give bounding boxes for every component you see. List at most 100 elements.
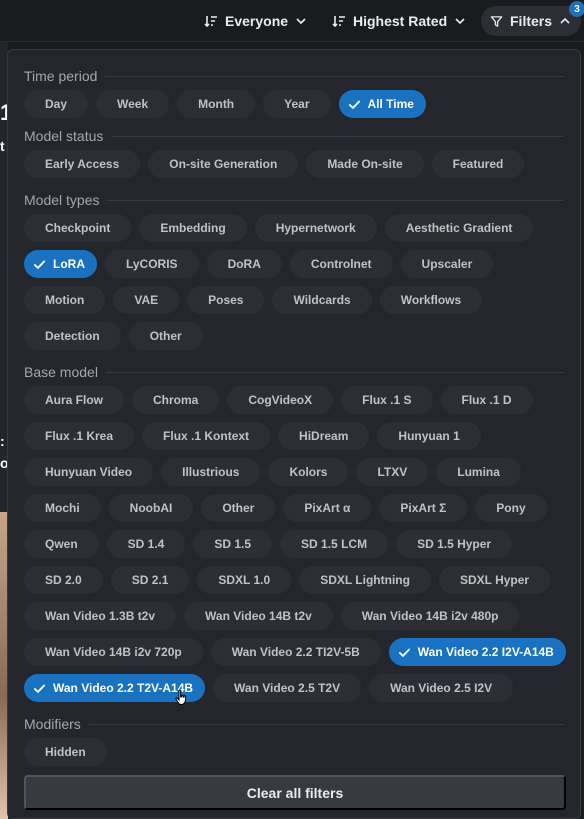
filter-chip-dora[interactable]: DoRA: [206, 250, 282, 278]
chip-label: Mochi: [45, 501, 80, 515]
chip-label: Wildcards: [293, 293, 351, 307]
filter-chip-hypernetwork[interactable]: Hypernetwork: [254, 214, 377, 242]
filter-chip-sdxl-hyper[interactable]: SDXL Hyper: [438, 566, 551, 594]
filter-chip-sd-2-0[interactable]: SD 2.0: [24, 566, 103, 594]
filter-chip-other[interactable]: Other: [201, 494, 276, 522]
section-title: Time period: [24, 68, 98, 84]
filter-chip-flux-1-kontext[interactable]: Flux .1 Kontext: [142, 422, 271, 450]
chip-label: SD 1.5: [214, 537, 252, 551]
filter-chip-wan-video-2-5-t2v[interactable]: Wan Video 2.5 T2V: [213, 674, 362, 702]
everyone-filter-button[interactable]: Everyone: [196, 6, 315, 36]
chevron-up-icon: [560, 17, 570, 24]
divider: [105, 75, 564, 77]
top-bar: Everyone Highest Rated Filters 3: [0, 0, 584, 42]
filter-chip-sdxl-lightning[interactable]: SDXL Lightning: [299, 566, 431, 594]
filter-chip-wildcards[interactable]: Wildcards: [272, 286, 372, 314]
clear-all-filters-button[interactable]: Clear all filters: [24, 775, 566, 810]
filter-chip-pixart[interactable]: PixArt Σ: [379, 494, 468, 522]
filter-chip-early-access[interactable]: Early Access: [24, 150, 141, 178]
filter-chip-lycoris[interactable]: LyCORIS: [105, 250, 199, 278]
filter-chip-lumina[interactable]: Lumina: [436, 458, 521, 486]
filter-chip-flux-1-s[interactable]: Flux .1 S: [341, 386, 433, 414]
filter-chip-wan-video-14b-t2v[interactable]: Wan Video 14B t2v: [184, 602, 333, 630]
filter-chip-vae[interactable]: VAE: [113, 286, 180, 314]
filters-button[interactable]: Filters 3: [481, 1, 584, 36]
check-icon: [33, 684, 46, 693]
filter-chip-sd-1-5-lcm[interactable]: SD 1.5 LCM: [280, 530, 389, 558]
filter-chip-wan-video-2-2-ti2v-5b[interactable]: Wan Video 2.2 TI2V-5B: [210, 638, 381, 666]
filter-chip-sd-1-5-hyper[interactable]: SD 1.5 Hyper: [396, 530, 513, 558]
chip-label: Flux .1 S: [362, 393, 412, 407]
chip-label: Chroma: [153, 393, 199, 407]
background-text: t: [0, 138, 5, 154]
chip-row: Day Week Month Year All Time: [24, 90, 426, 118]
filter-chip-hunyuan-video[interactable]: Hunyuan Video: [24, 458, 154, 486]
filter-chip-wan-video-14b-i2v-480p[interactable]: Wan Video 14B i2v 480p: [340, 602, 520, 630]
filter-chip-aesthetic-gradient[interactable]: Aesthetic Gradient: [384, 214, 534, 242]
filter-chip-year[interactable]: Year: [263, 90, 331, 118]
chip-row: Hunyuan Video Illustrious Kolors LTXV Lumina: [24, 458, 521, 486]
filter-chip-sd-2-1[interactable]: SD 2.1: [110, 566, 190, 594]
filter-chip-wan-video-2-5-i2v[interactable]: Wan Video 2.5 I2V: [369, 674, 514, 702]
filter-chip-checkpoint[interactable]: Checkpoint: [24, 214, 132, 242]
filter-chip-made-on-site[interactable]: Made On-site: [306, 150, 424, 178]
filter-chip-flux-1-d[interactable]: Flux .1 D: [440, 386, 533, 414]
filter-chip-sdxl-1-0[interactable]: SDXL 1.0: [197, 566, 292, 594]
filter-chip-week[interactable]: Week: [96, 90, 170, 118]
filter-chip-upscaler[interactable]: Upscaler: [400, 250, 494, 278]
filter-chip-pixart[interactable]: PixArt α: [283, 494, 372, 522]
filter-chip-wan-video-1-3b-t2v[interactable]: Wan Video 1.3B t2v: [24, 602, 177, 630]
sort-icon: [332, 16, 345, 28]
filter-chip-pony[interactable]: Pony: [475, 494, 547, 522]
filter-chip-hidream[interactable]: HiDream: [278, 422, 370, 450]
filter-chip-aura-flow[interactable]: Aura Flow: [24, 386, 125, 414]
filter-chip-illustrious[interactable]: Illustrious: [161, 458, 261, 486]
chip-row: LoRA LyCORIS DoRA Controlnet Upscaler: [24, 250, 494, 278]
chip-label: On-site Generation: [169, 157, 278, 171]
filter-chip-hunyuan-1[interactable]: Hunyuan 1: [377, 422, 481, 450]
chip-row: Hidden: [24, 738, 107, 766]
filter-chip-qwen[interactable]: Qwen: [24, 530, 99, 558]
sort-button[interactable]: Highest Rated: [324, 6, 474, 36]
filter-chip-motion[interactable]: Motion: [24, 286, 106, 314]
filter-chip-all-time[interactable]: All Time: [338, 90, 426, 118]
section-header-modifiers: Modifiers: [24, 716, 564, 732]
filter-chip-wan-video-2-2-i2v-a14b[interactable]: Wan Video 2.2 I2V-A14B: [388, 638, 566, 666]
background-text: :: [0, 433, 5, 449]
filter-chip-month[interactable]: Month: [177, 90, 256, 118]
filter-chip-workflows[interactable]: Workflows: [379, 286, 483, 314]
chip-label: NoobAI: [129, 501, 173, 515]
chip-label: Upscaler: [421, 257, 473, 271]
filter-chip-ltxv[interactable]: LTXV: [356, 458, 429, 486]
chip-label: HiDream: [299, 429, 349, 443]
filter-chip-detection[interactable]: Detection: [24, 322, 121, 350]
filter-chip-embedding[interactable]: Embedding: [139, 214, 247, 242]
filter-chip-chroma[interactable]: Chroma: [132, 386, 220, 414]
chip-label: Other: [149, 329, 182, 343]
filter-chip-on-site-generation[interactable]: On-site Generation: [148, 150, 299, 178]
filter-chip-featured[interactable]: Featured: [431, 150, 525, 178]
filter-chip-flux-1-krea[interactable]: Flux .1 Krea: [24, 422, 135, 450]
filter-chip-other[interactable]: Other: [128, 322, 203, 350]
chip-label: SD 1.5 LCM: [301, 537, 368, 551]
filter-chip-poses[interactable]: Poses: [187, 286, 265, 314]
chip-label: Day: [45, 97, 68, 111]
filter-chip-day[interactable]: Day: [24, 90, 89, 118]
chevron-down-icon: [296, 18, 306, 25]
filter-chip-kolors[interactable]: Kolors: [268, 458, 349, 486]
filter-chip-mochi[interactable]: Mochi: [24, 494, 101, 522]
filter-chip-wan-video-14b-i2v-720p[interactable]: Wan Video 14B i2v 720p: [24, 638, 203, 666]
filter-chip-sd-1-4[interactable]: SD 1.4: [106, 530, 186, 558]
chip-label: Hidden: [45, 745, 86, 759]
filter-chip-hidden[interactable]: Hidden: [24, 738, 107, 766]
sort-icon: [204, 16, 217, 28]
chip-label: VAE: [134, 293, 159, 307]
filter-chip-controlnet[interactable]: Controlnet: [289, 250, 393, 278]
filter-chip-cogvideox[interactable]: CogVideoX: [227, 386, 334, 414]
filters-label: Filters: [510, 13, 553, 29]
chip-label: Wan Video 14B i2v 480p: [361, 609, 499, 623]
chip-row: Aura Flow Chroma CogVideoX Flux .1 S Flux .1…: [24, 386, 533, 414]
filter-chip-lora[interactable]: LoRA: [24, 250, 97, 278]
filter-chip-sd-1-5[interactable]: SD 1.5: [193, 530, 273, 558]
filter-chip-noobai[interactable]: NoobAI: [108, 494, 194, 522]
